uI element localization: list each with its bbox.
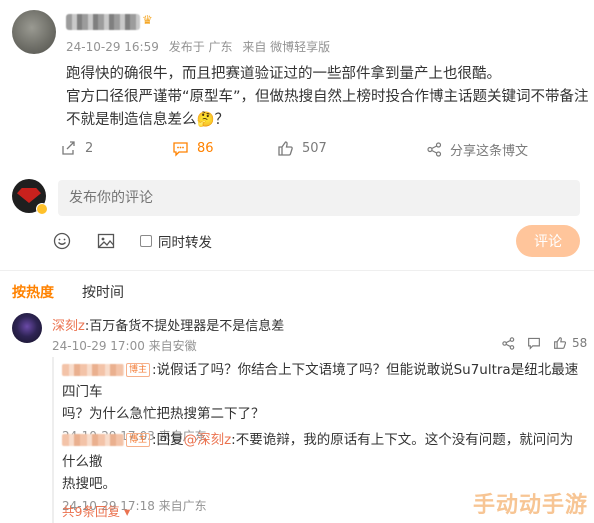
image-icon[interactable]: [96, 231, 116, 251]
post-source: 来自 微博轻享版: [242, 40, 331, 54]
share-label: 分享这条博文: [450, 144, 529, 159]
more-replies-link[interactable]: 共9条回复 ▾: [62, 501, 130, 520]
comment-line: 深刻z:百万备货不提处理器是不是信息差: [52, 315, 284, 334]
blogger-badge: 博主: [126, 363, 151, 377]
comment-sort-tabs: 按热度 按时间: [12, 282, 152, 302]
share-icon: [502, 336, 515, 350]
comment-ops: 58: [490, 336, 587, 350]
post-meta: 24-10-29 16:59 发布于 广东 来自 微博轻享版: [66, 38, 336, 55]
reply-author-blurred[interactable]: [62, 434, 124, 446]
emoji-icon[interactable]: [52, 231, 72, 251]
comment-meta: 24-10-29 17:00 来自安徽: [52, 339, 197, 353]
post-text-line: 不就是制造信息差么🤔？: [66, 112, 230, 128]
comment-like-button[interactable]: 58: [553, 336, 587, 350]
repost-checkbox[interactable]: 同时转发: [140, 231, 212, 251]
comment-share-button[interactable]: [502, 336, 515, 350]
post-action-bar: 2 86 507 分享这条博文: [0, 140, 594, 162]
post-time[interactable]: 24-10-29 16:59: [66, 40, 159, 54]
composer-tools: 同时转发: [52, 231, 212, 251]
vip-badge-icon: [36, 203, 48, 215]
reply-mention[interactable]: @深刻z: [184, 432, 232, 448]
comment-like-count: 58: [572, 336, 588, 350]
like-icon: [554, 337, 567, 349]
comment-count: 86: [197, 141, 214, 156]
share-icon: [427, 142, 442, 157]
reply-prefix: :回复: [152, 432, 184, 448]
like-icon: [278, 141, 293, 156]
reply-text: 博主:回复@深刻z:不要诡辩，我的原话有上下文。这个没有问题，就问问为什么撤 热…: [62, 429, 582, 495]
author-name-blurred[interactable]: [66, 14, 140, 30]
chevron-down-icon: ▾: [123, 504, 131, 519]
repost-checkbox-label: 同时转发: [158, 235, 212, 251]
watermark: 手动动手游: [472, 493, 588, 518]
share-button[interactable]: 分享这条博文: [427, 140, 528, 159]
post-text-line: 官方口径很严谨带“原型车”，但做热搜自然上榜时投合作博主话题关键词不带备注: [66, 89, 589, 105]
commenter-avatar[interactable]: [12, 313, 42, 343]
post-location: 发布于 广东: [168, 40, 233, 54]
comment-icon: [528, 337, 540, 350]
comment-reply-button[interactable]: [527, 336, 541, 350]
submit-comment-button[interactable]: 评论: [516, 225, 580, 257]
commenter-name[interactable]: 深刻z: [52, 319, 85, 334]
more-replies-label: 共9条回复: [62, 504, 120, 519]
tab-sort-hot[interactable]: 按热度: [12, 282, 54, 302]
like-button[interactable]: 507: [277, 140, 327, 157]
reply-text-line: 吗？为什么急忙把热搜第二下了？: [62, 406, 265, 422]
like-count: 507: [302, 141, 327, 156]
crown-icon: ♛: [142, 13, 153, 27]
reply-text: 博主:说假话了吗？你结合上下文语境了吗？但能说敢说Su7ultra是纽北最速四门…: [62, 359, 582, 425]
comment-icon: [173, 142, 188, 157]
post-text-line: 跑得快的确很牛，而且把赛道验证过的一些部件拿到量产上也很酷。: [66, 66, 501, 82]
tab-sort-time[interactable]: 按时间: [82, 282, 124, 302]
blogger-badge: 博主: [126, 433, 151, 447]
comment-input[interactable]: [58, 180, 580, 216]
comment-button[interactable]: 86: [172, 140, 214, 157]
reply-text-line: 热搜吧。: [62, 476, 116, 492]
post-text: 跑得快的确很牛，而且把赛道验证过的一些部件拿到量产上也很酷。 官方口径很严谨带“…: [66, 63, 589, 132]
reply-author-blurred[interactable]: [62, 364, 124, 376]
checkbox-box[interactable]: [140, 235, 152, 247]
repost-button[interactable]: 2: [60, 140, 93, 157]
divider: [0, 270, 594, 271]
repost-icon: [62, 141, 75, 155]
author-avatar[interactable]: [12, 10, 56, 54]
repost-count: 2: [85, 141, 94, 156]
comment-text: :百万备货不提处理器是不是信息差: [84, 319, 285, 334]
